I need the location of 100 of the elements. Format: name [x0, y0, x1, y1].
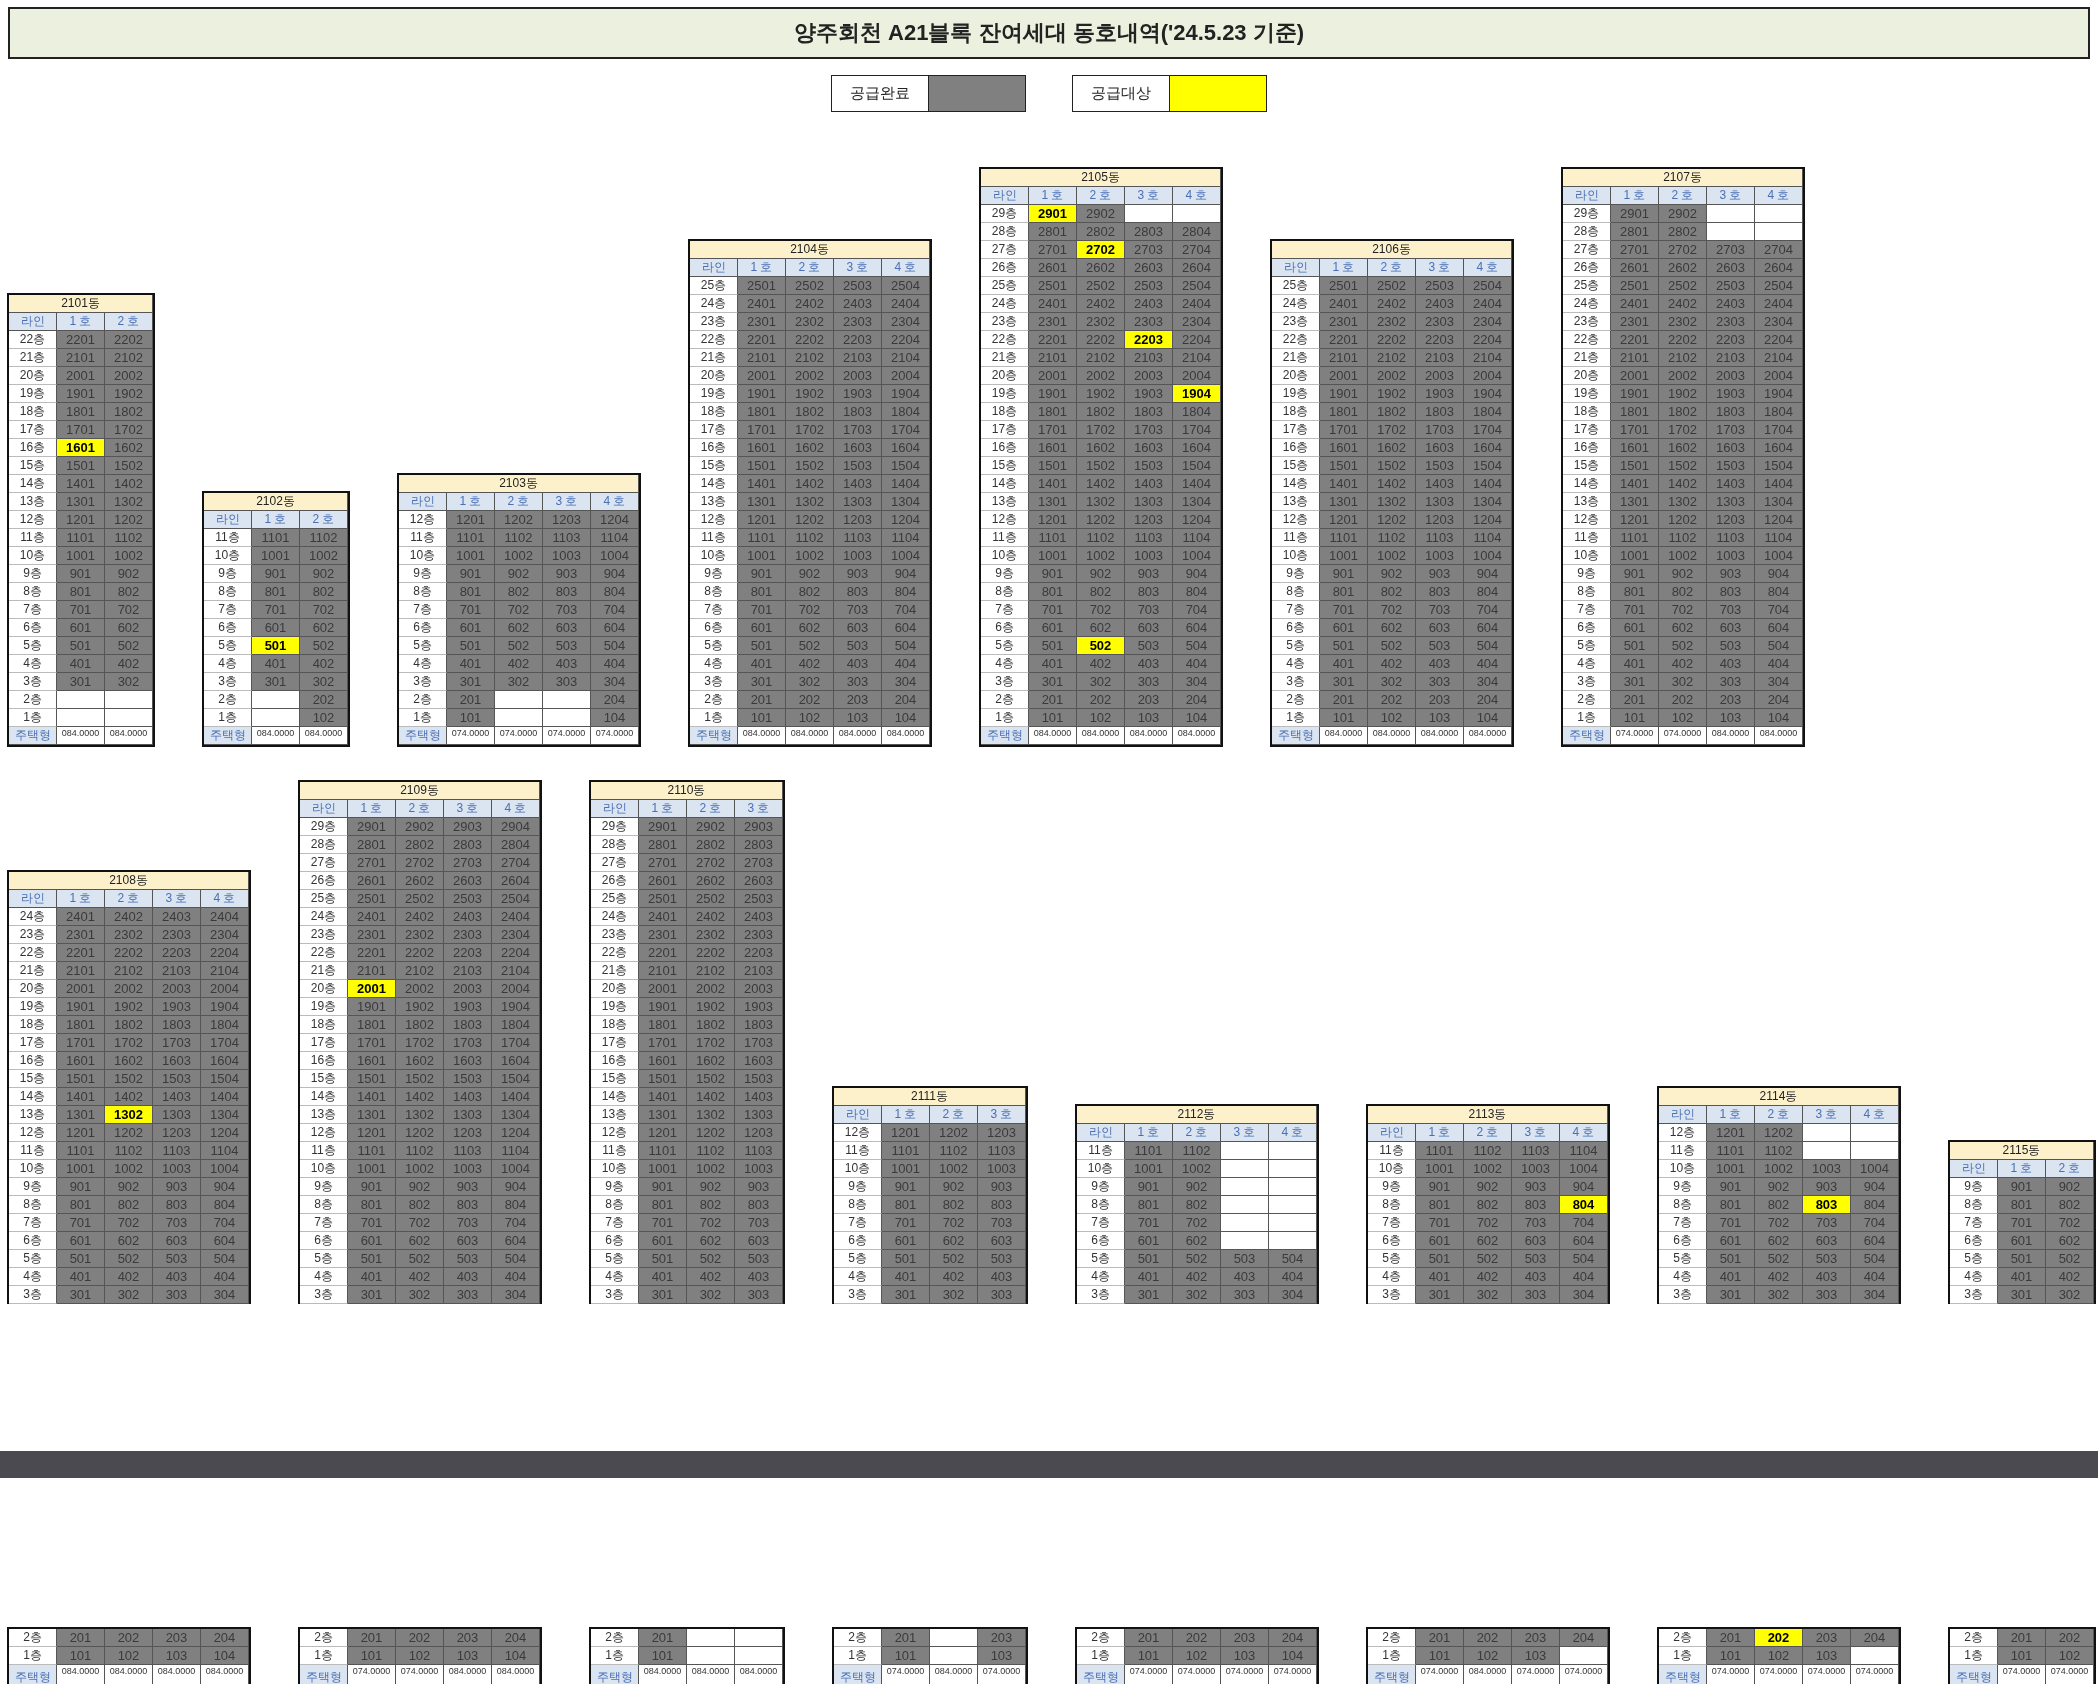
unit-cell: 2401 [348, 908, 396, 926]
floor-label: 5층 [300, 1250, 348, 1268]
unit-cell: 301 [252, 673, 300, 691]
house-type-cell: 084.0000 [738, 727, 786, 745]
unit-cell: 1003 [978, 1160, 1026, 1178]
unit-cell: 101 [1998, 1647, 2046, 1665]
floor-label: 22층 [300, 944, 348, 962]
floor-label: 24층 [9, 908, 57, 926]
unit-cell: 403 [1416, 655, 1464, 673]
unit-cell: 2404 [1173, 295, 1221, 313]
unit-cell: 104 [882, 709, 930, 727]
unit-column-header: 4 호 [201, 890, 249, 908]
unit-cell: 103 [444, 1647, 492, 1665]
unit-cell: 1904 [201, 998, 249, 1016]
unit-cell: 2302 [1077, 313, 1125, 331]
unit-cell: 2503 [444, 890, 492, 908]
unit-cell: 1704 [201, 1034, 249, 1052]
unit-cell: 101 [1125, 1647, 1173, 1665]
floor-label: 5층 [1950, 1250, 1998, 1268]
unit-cell: 1804 [882, 403, 930, 421]
floor-label: 24층 [1272, 295, 1320, 313]
unit-cell: 701 [1611, 601, 1659, 619]
unit-cell: 504 [591, 637, 639, 655]
unit-cell: 102 [786, 709, 834, 727]
unit-cell: 503 [1512, 1250, 1560, 1268]
unit-cell: 501 [57, 637, 105, 655]
unit-cell: 1504 [1173, 457, 1221, 475]
unit-cell: 1801 [1611, 403, 1659, 421]
unit-cell: 1701 [738, 421, 786, 439]
unit-cell: 201 [1320, 691, 1368, 709]
unit-cell: 2404 [1464, 295, 1512, 313]
floor-label: 4층 [1950, 1268, 1998, 1286]
unit-cell: 603 [978, 1232, 1026, 1250]
unit-cell: 303 [1803, 1286, 1851, 1304]
line-header: 라인 [1272, 259, 1320, 277]
unit-cell: 1403 [444, 1088, 492, 1106]
unit-cell: 1202 [1368, 511, 1416, 529]
floor-label: 25층 [1272, 277, 1320, 295]
unit-cell: 1702 [396, 1034, 444, 1052]
floor-label: 8층 [1950, 1196, 1998, 1214]
unit-cell: 1801 [1320, 403, 1368, 421]
unit-cell: 604 [1560, 1232, 1608, 1250]
unit-cell: 1903 [1707, 385, 1755, 403]
unit-cell: 304 [1851, 1286, 1899, 1304]
unit-cell: 602 [1659, 619, 1707, 637]
unit-cell: 1102 [687, 1142, 735, 1160]
unit-cell: 801 [882, 1196, 930, 1214]
house-type-cell: 084.0000 [1077, 727, 1125, 745]
unit-cell: 701 [1707, 1214, 1755, 1232]
unit-cell: 603 [735, 1232, 783, 1250]
unit-cell: 2501 [1029, 277, 1077, 295]
unit-cell: 202 [300, 691, 348, 709]
unit-cell: 1704 [1755, 421, 1803, 439]
pane-split-bar[interactable] [0, 1451, 2098, 1478]
unit-cell: 702 [786, 601, 834, 619]
floor-label: 9층 [1077, 1178, 1125, 1196]
unit-cell: 1103 [834, 529, 882, 547]
unit-cell: 702 [105, 601, 153, 619]
unit-column-header: 4 호 [1560, 1124, 1608, 1142]
floor-label: 1층 [204, 709, 252, 727]
unit-cell: 203 [978, 1629, 1026, 1647]
unit-cell: 2902 [396, 818, 444, 836]
unit-cell: 2902 [687, 818, 735, 836]
unit-cell: 704 [492, 1214, 540, 1232]
unit-cell: 2901 [639, 818, 687, 836]
floor-label: 19층 [9, 998, 57, 1016]
unit-cell: 1902 [1659, 385, 1707, 403]
unit-cell: 1803 [153, 1016, 201, 1034]
unit-cell: 104 [591, 709, 639, 727]
unit-cell: 1001 [1320, 547, 1368, 565]
unit-cell: 2102 [105, 349, 153, 367]
floor-label: 11층 [9, 1142, 57, 1160]
unit-cell: 502 [1173, 1250, 1221, 1268]
unit-cell: 302 [930, 1286, 978, 1304]
unit-cell: 2004 [882, 367, 930, 385]
unit-cell: 2202 [1659, 331, 1707, 349]
unit-cell: 403 [543, 655, 591, 673]
house-type-cell: 084.0000 [57, 727, 105, 745]
house-type-cell: 084.0000 [786, 727, 834, 745]
unit-cell: 1502 [786, 457, 834, 475]
unit-cell: 403 [735, 1268, 783, 1286]
unit-cell: 1102 [1659, 529, 1707, 547]
unit-cell: 702 [495, 601, 543, 619]
unit-cell: 2502 [396, 890, 444, 908]
unit-cell: 1404 [882, 475, 930, 493]
floor-label: 12층 [1272, 511, 1320, 529]
unit-cell: 602 [396, 1232, 444, 1250]
unit-cell: 904 [492, 1178, 540, 1196]
unit-cell: 1703 [834, 421, 882, 439]
unit-cell: 701 [252, 601, 300, 619]
unit-cell: 2602 [687, 872, 735, 890]
unit-cell: 602 [687, 1232, 735, 1250]
unit-cell: 1002 [687, 1160, 735, 1178]
unit-cell: 2003 [834, 367, 882, 385]
unit-cell: 2903 [444, 818, 492, 836]
unit-cell: 303 [153, 1286, 201, 1304]
floor-label: 25층 [981, 277, 1029, 295]
unit-cell: 703 [1512, 1214, 1560, 1232]
unit-cell: 2201 [639, 944, 687, 962]
unit-cell: 801 [1320, 583, 1368, 601]
